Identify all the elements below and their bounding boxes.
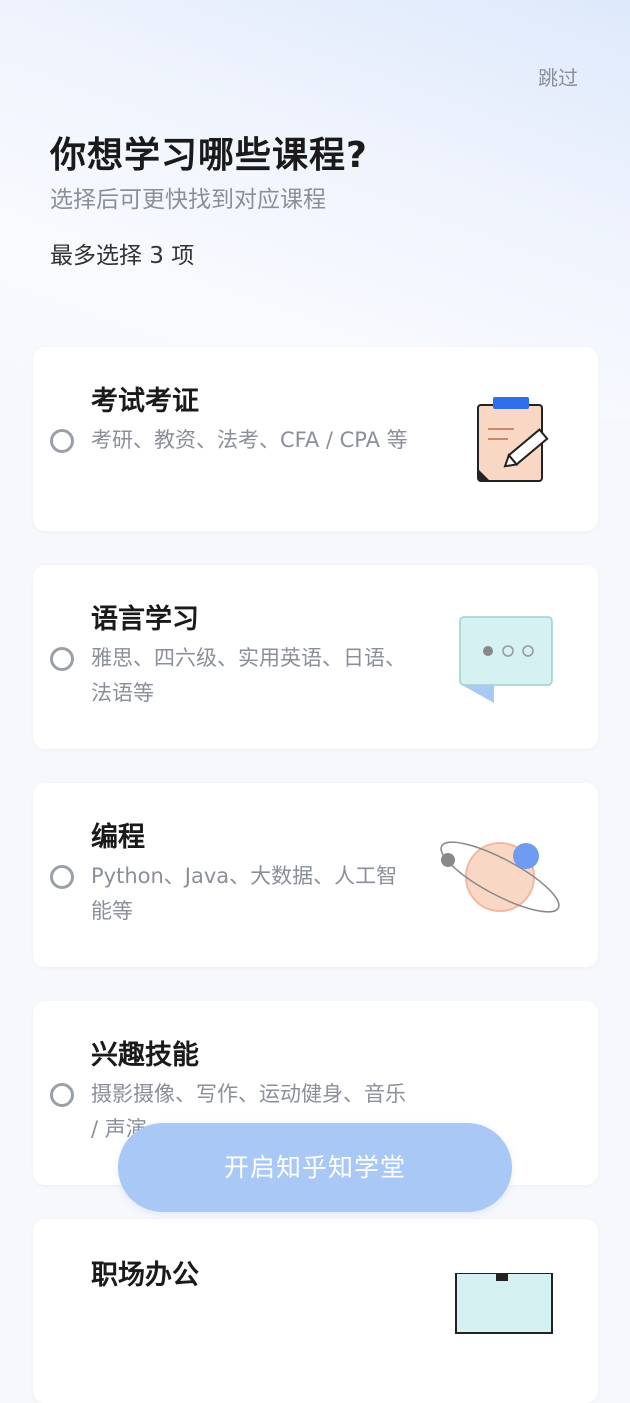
course-title: 考试考证	[91, 386, 199, 417]
radio-button[interactable]	[50, 1083, 74, 1107]
planet-orbit-icon	[436, 823, 566, 933]
course-card-exam[interactable]: 考试考证 考研、教资、法考、CFA / CPA 等	[33, 347, 598, 531]
clipboard-pencil-icon	[448, 387, 558, 497]
course-title: 兴趣技能	[91, 1040, 199, 1071]
course-title: 编程	[91, 822, 145, 853]
course-card-programming[interactable]: 编程 Python、Java、大数据、人工智能等	[33, 783, 598, 967]
course-card-language[interactable]: 语言学习 雅思、四六级、实用英语、日语、法语等	[33, 565, 598, 749]
course-card-office[interactable]: 职场办公	[33, 1219, 598, 1403]
course-title: 语言学习	[91, 604, 199, 635]
office-icon	[448, 1272, 558, 1383]
radio-button[interactable]	[50, 865, 74, 889]
course-description: 雅思、四六级、实用英语、日语、法语等	[91, 646, 406, 705]
course-description: Python、Java、大数据、人工智能等	[91, 864, 398, 923]
course-description: 考研、教资、法考、CFA / CPA 等	[91, 428, 408, 452]
course-title: 职场办公	[91, 1260, 199, 1291]
radio-button[interactable]	[50, 647, 74, 671]
page-subtitle: 选择后可更快找到对应课程	[50, 187, 326, 213]
start-button[interactable]: 开启知乎知学堂	[118, 1123, 512, 1212]
chat-bubble-icon	[448, 605, 558, 715]
selection-limit-text: 最多选择 3 项	[50, 243, 195, 269]
page-title: 你想学习哪些课程?	[50, 135, 368, 176]
skip-button[interactable]: 跳过	[538, 62, 578, 91]
radio-button[interactable]	[50, 429, 74, 453]
